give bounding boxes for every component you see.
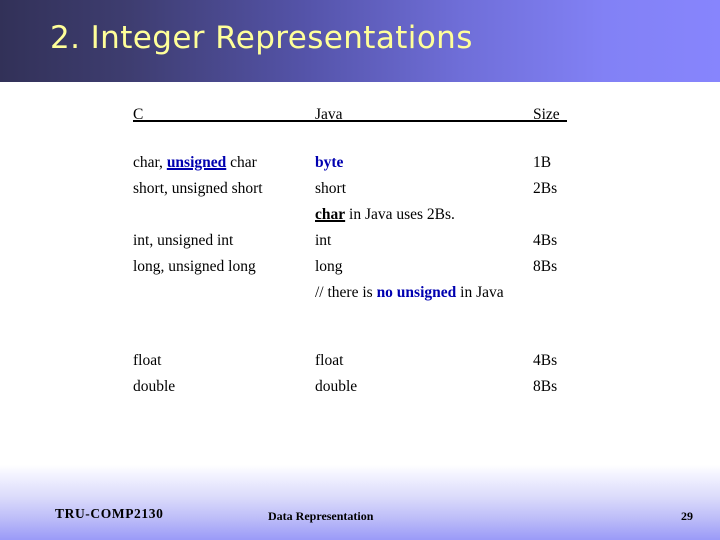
column-header-c: C [133,106,144,123]
footer-page-number: 29 [681,509,693,523]
footer-course-label: TRU-COMP2130 [55,506,164,521]
spacer-cell [533,306,573,328]
java-note-cell: char in Java uses 2Bs. [315,202,533,228]
spacer-cell [315,128,533,150]
c-type-cell: int, unsigned int [133,232,234,249]
table-row: char, unsigned char byte 1B [133,150,573,176]
type-comparison-table: C Java Size char, unsigned char byte 1B [133,102,573,400]
java-type-cell: long [315,258,343,275]
c-type-cell: short, unsigned short [133,180,263,197]
table-spacer-row [133,328,573,348]
table-row: double double 8Bs [133,374,573,400]
table-row: long, unsigned long long 8Bs [133,254,573,280]
c-type-cell: long, unsigned long [133,258,256,275]
java-type-cell: short [315,180,346,197]
size-cell: 4Bs [533,352,558,369]
java-type-cell: float [315,352,344,369]
column-header-size: Size [533,106,560,123]
c-keyword-unsigned: unsigned [166,154,227,171]
empty-cell [133,202,315,228]
spacer-cell [133,128,315,150]
slide-footer: TRU-COMP2130 Data Representation 29 [0,465,720,540]
slide-canvas: 2. Integer Representations C Java Size c… [0,0,720,540]
table-note-row: char in Java uses 2Bs. [133,202,573,228]
table-row: int, unsigned int int 4Bs [133,228,573,254]
footer-topic-label: Data Representation [268,509,374,523]
size-cell: 2Bs [533,180,558,197]
table-spacer-row [133,128,573,150]
java-type-cell: byte [315,150,533,176]
java-keyword-no-unsigned: no unsigned [376,284,457,301]
spacer-cell [315,306,533,328]
table-comment-row: // there is no unsigned in Java [133,280,573,306]
spacer-cell [133,306,315,328]
java-keyword-char: char [315,206,346,223]
spacer-cell [533,128,573,150]
java-type-cell: double [315,378,358,395]
c-type-cell: float [133,352,162,369]
java-comment-cell: // there is no unsigned in Java [315,280,573,306]
size-cell: 4Bs [533,232,558,249]
size-cell: 1B [533,154,552,171]
title-banner: 2. Integer Representations [0,0,720,82]
java-type-cell: int [315,232,332,249]
spacer-cell [133,328,315,348]
page-title: 2. Integer Representations [50,20,473,56]
column-header-java: Java [315,106,343,123]
java-note-text: in Java uses 2Bs. [345,206,455,223]
java-keyword-byte: byte [315,154,344,171]
table-spacer-row [133,306,573,328]
slide-body: C Java Size char, unsigned char byte 1B [0,82,720,465]
java-comment-text-2: in Java [456,284,504,301]
spacer-cell [315,328,533,348]
c-text-plain-2: char [226,154,257,171]
table-row: short, unsigned short short 2Bs [133,176,573,202]
spacer-cell [533,328,573,348]
c-type-cell: double [133,378,176,395]
c-text-plain: char, [133,154,167,171]
c-type-cell: char, unsigned char [133,150,315,176]
java-comment-text-1: // there is [315,284,377,301]
size-cell: 8Bs [533,378,558,395]
empty-cell [133,280,315,306]
table-header-row: C Java Size [133,102,573,128]
size-cell: 8Bs [533,258,558,275]
table-row: float float 4Bs [133,348,573,374]
empty-cell [533,202,573,228]
